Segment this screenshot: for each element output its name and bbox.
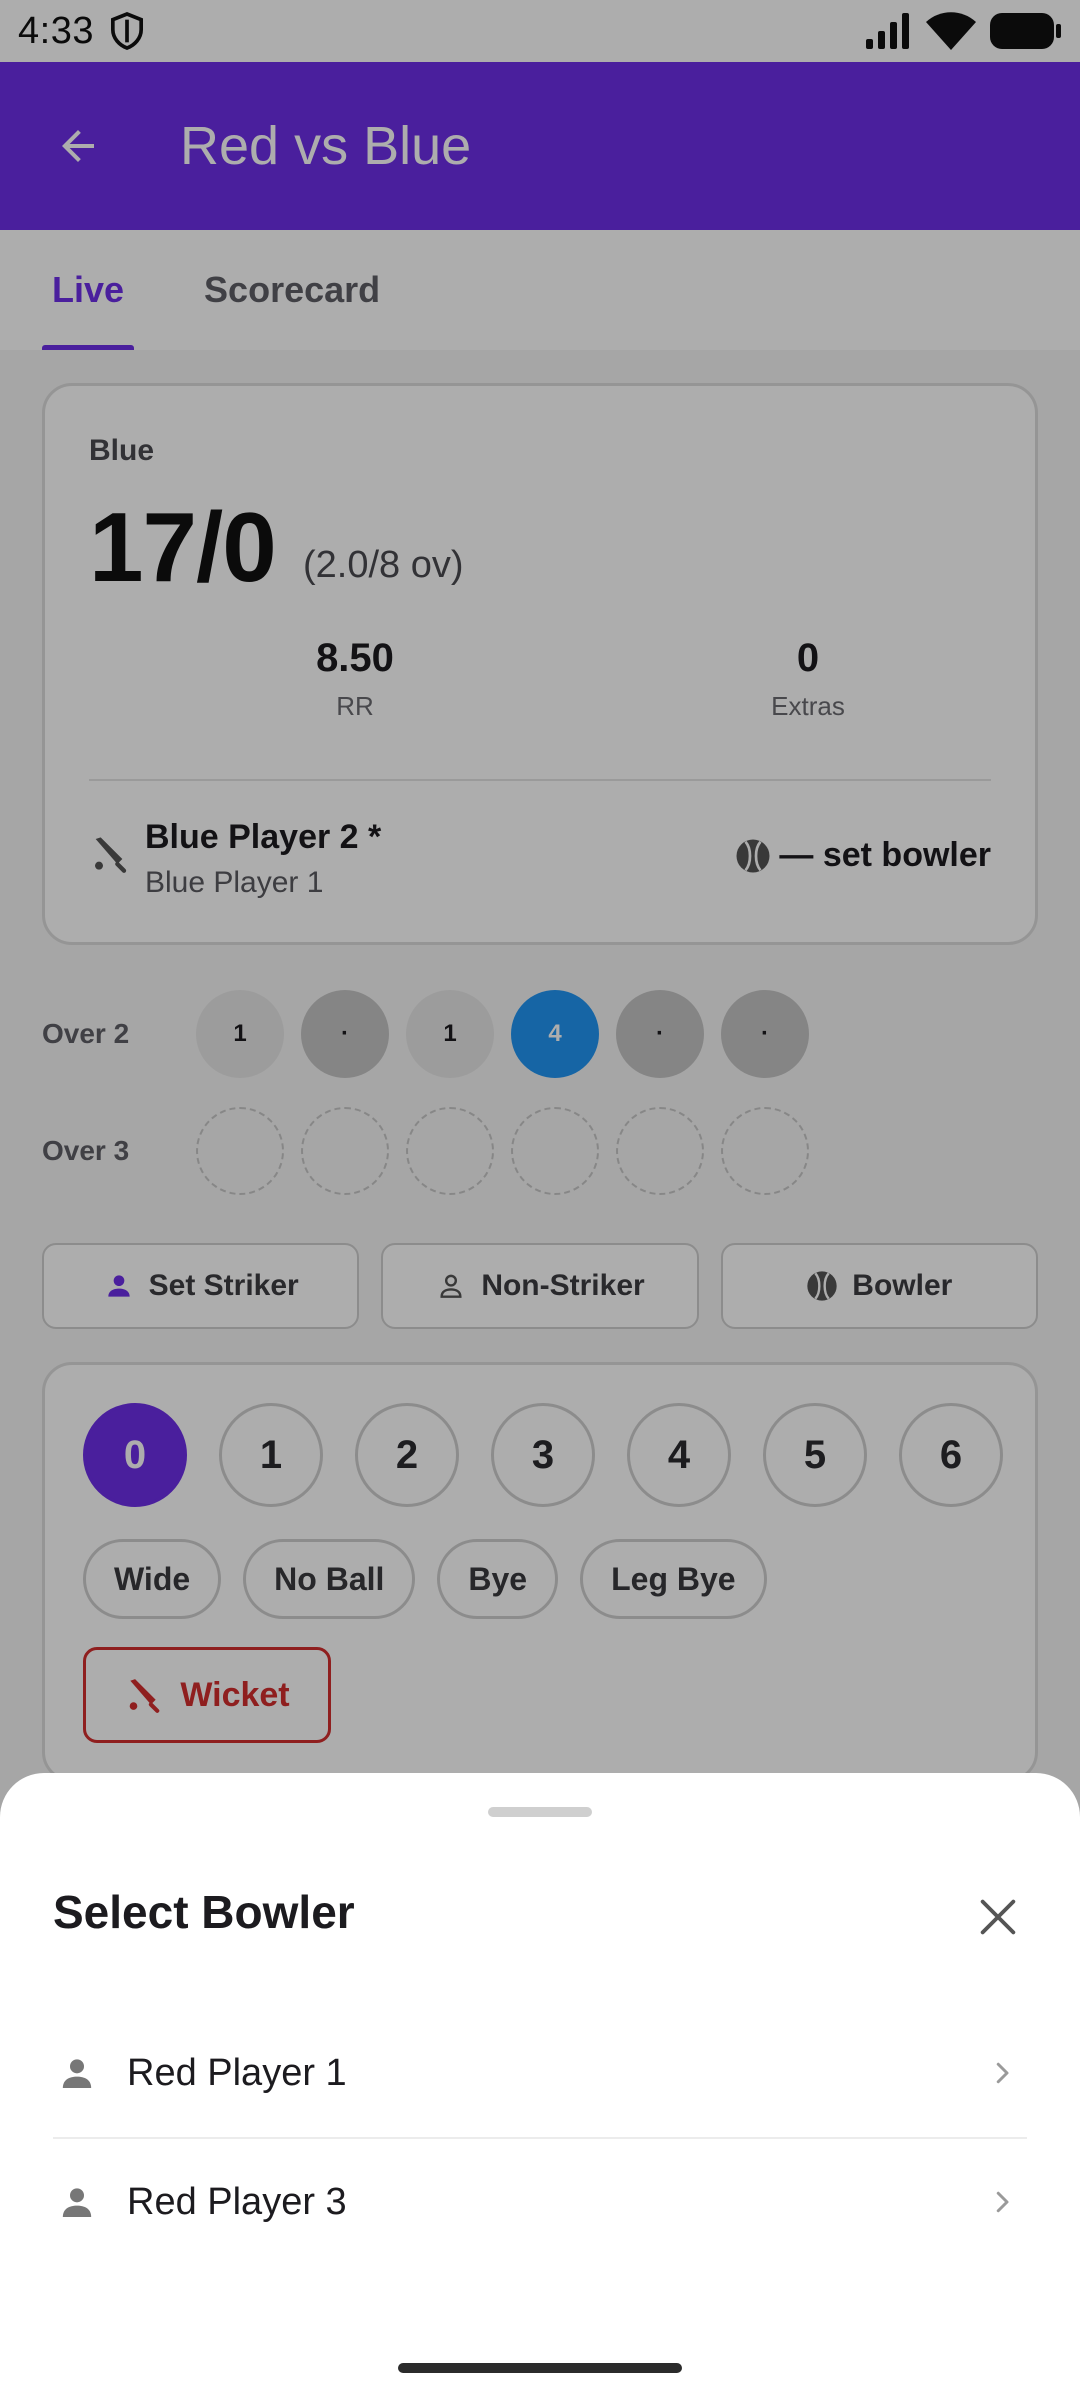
chevron-right-icon	[996, 2062, 1009, 2084]
select-bowler-sheet: Select Bowler Red Player 1 Red Player 3	[0, 1773, 1080, 2400]
chevron-right-icon	[996, 2191, 1009, 2213]
person-icon	[62, 2059, 92, 2088]
person-icon	[62, 2188, 92, 2217]
close-button[interactable]	[966, 1885, 1030, 1949]
drag-handle[interactable]	[488, 1807, 592, 1817]
list-item[interactable]: Red Player 1	[53, 2009, 1027, 2137]
sheet-title: Select Bowler	[53, 1886, 355, 1938]
close-icon	[980, 1899, 1016, 1935]
list-item[interactable]: Red Player 3	[53, 2137, 1027, 2265]
bowler-list: Red Player 1 Red Player 3	[53, 2009, 1027, 2265]
bowler-name: Red Player 1	[127, 2051, 347, 2094]
home-indicator[interactable]	[398, 2363, 682, 2373]
bowler-name: Red Player 3	[127, 2180, 347, 2223]
